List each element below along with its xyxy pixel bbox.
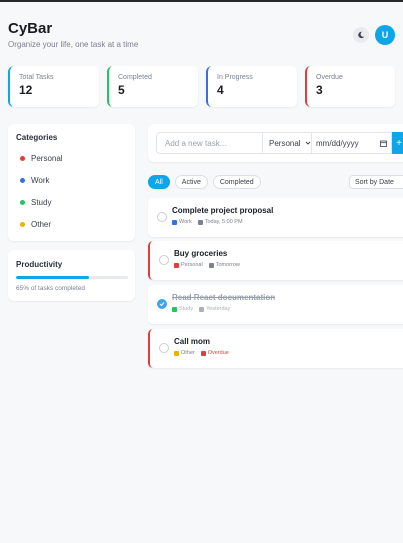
task-category: Other: [174, 350, 195, 356]
task-title: Complete project proposal: [172, 206, 274, 215]
task-title: Buy groceries: [174, 249, 228, 258]
app-title: CyBar: [8, 20, 53, 37]
task-category-label: Study: [179, 306, 194, 312]
task-category: Work: [172, 219, 192, 225]
task-checkbox[interactable]: [157, 299, 167, 309]
category-label: Study: [31, 198, 52, 207]
calendar-icon: [197, 219, 203, 225]
add-task-button[interactable]: +: [392, 132, 403, 154]
task-date-label: Overdue: [207, 350, 229, 356]
task-date-label: Yesterday: [206, 306, 231, 312]
chevron-down-icon: [305, 141, 310, 145]
stat-card-completed: Completed 5: [107, 66, 198, 107]
sort-select[interactable]: Sort by Date: [349, 175, 403, 189]
task-meta: Study Yesterday: [172, 306, 230, 312]
category-label: Other: [31, 220, 52, 229]
task-item[interactable]: Complete project proposal Work Today, 5:…: [148, 198, 403, 237]
check-icon: [159, 302, 165, 307]
categories-title: Categories: [16, 133, 58, 142]
category-dot-icon: [20, 200, 25, 205]
task-meta: Other Overdue: [174, 350, 229, 356]
task-category: Study: [172, 306, 193, 312]
category-item-other[interactable]: Other: [20, 220, 51, 229]
category-dot-icon: [20, 156, 25, 161]
calendar-icon: [200, 350, 206, 356]
filter-tabs: All Active Completed: [148, 175, 261, 189]
category-item-personal[interactable]: Personal: [20, 154, 63, 163]
task-title: Call mom: [174, 337, 211, 346]
book-icon: [172, 306, 177, 312]
task-date: Today, 5:00 PM: [197, 219, 243, 225]
category-label: Work: [31, 176, 50, 185]
sort-label: Sort by Date: [355, 178, 394, 186]
stat-card-in-progress: In Progress 4: [206, 66, 297, 107]
task-date: Yesterday: [199, 306, 230, 312]
new-task-input[interactable]: [156, 132, 263, 154]
category-label: Personal: [31, 154, 63, 163]
task-date: Overdue: [200, 350, 229, 356]
briefcase-icon: [172, 219, 177, 225]
date-placeholder: mm/dd/yyyy: [316, 138, 359, 148]
calendar-icon: [199, 306, 205, 312]
productivity-progress-fill: [16, 276, 89, 279]
task-category-label: Other: [181, 350, 195, 356]
moon-icon: [358, 31, 365, 39]
stat-label: In Progress: [217, 74, 253, 81]
filter-completed[interactable]: Completed: [212, 175, 261, 189]
tag-icon: [174, 350, 179, 356]
stat-label: Total Tasks: [19, 74, 54, 81]
task-category: Personal: [174, 262, 203, 268]
productivity-progress-bar: [16, 276, 128, 279]
task-date: Tomorrow: [208, 262, 240, 268]
stat-value: 4: [217, 83, 224, 97]
category-select-value: Personal: [269, 138, 301, 148]
stat-value: 12: [19, 83, 33, 97]
task-date-label: Today, 5:00 PM: [204, 219, 243, 225]
categories-panel: Categories Personal Work Study Other: [8, 124, 135, 241]
category-item-work[interactable]: Work: [20, 176, 50, 185]
avatar[interactable]: U: [375, 25, 395, 45]
stat-label: Overdue: [316, 74, 343, 81]
due-date-input[interactable]: mm/dd/yyyy: [312, 132, 392, 154]
task-item[interactable]: Buy groceries Personal Tomorrow: [148, 241, 403, 280]
task-category-label: Work: [179, 219, 192, 225]
productivity-panel: Productivity 65% of tasks completed: [8, 250, 135, 301]
add-task-form: Personal mm/dd/yyyy +: [156, 132, 403, 154]
task-checkbox[interactable]: [157, 212, 167, 222]
stat-card-overdue: Overdue 3: [305, 66, 395, 107]
task-meta: Personal Tomorrow: [174, 262, 240, 268]
category-select[interactable]: Personal: [263, 132, 312, 154]
category-dot-icon: [20, 178, 25, 183]
task-title: Read React documentation: [172, 293, 276, 302]
task-checkbox[interactable]: [159, 255, 169, 265]
theme-toggle-button[interactable]: [353, 27, 369, 43]
app-subtitle: Organize your life, one task at a time: [8, 40, 139, 49]
task-category-label: Personal: [181, 262, 203, 268]
category-item-study[interactable]: Study: [20, 198, 51, 207]
task-checkbox[interactable]: [159, 343, 169, 353]
calendar-icon[interactable]: [380, 140, 387, 147]
stat-value: 3: [316, 83, 323, 97]
filter-all[interactable]: All: [148, 175, 170, 189]
stat-value: 5: [118, 83, 125, 97]
stat-label: Completed: [118, 74, 152, 81]
category-dot-icon: [20, 222, 25, 227]
productivity-title: Productivity: [16, 260, 63, 269]
calendar-icon: [208, 262, 214, 268]
stat-card-total: Total Tasks 12: [8, 66, 99, 107]
productivity-caption: 65% of tasks completed: [16, 285, 86, 292]
user-icon: [174, 262, 179, 268]
task-item[interactable]: Call mom Other Overdue: [148, 329, 403, 368]
app-header: CyBar Organize your life, one task at a …: [8, 20, 138, 49]
filter-active[interactable]: Active: [174, 175, 208, 189]
task-date-label: Tomorrow: [215, 262, 240, 268]
task-meta: Work Today, 5:00 PM: [172, 219, 243, 225]
task-item[interactable]: Read React documentation Study Yesterday: [148, 285, 403, 324]
